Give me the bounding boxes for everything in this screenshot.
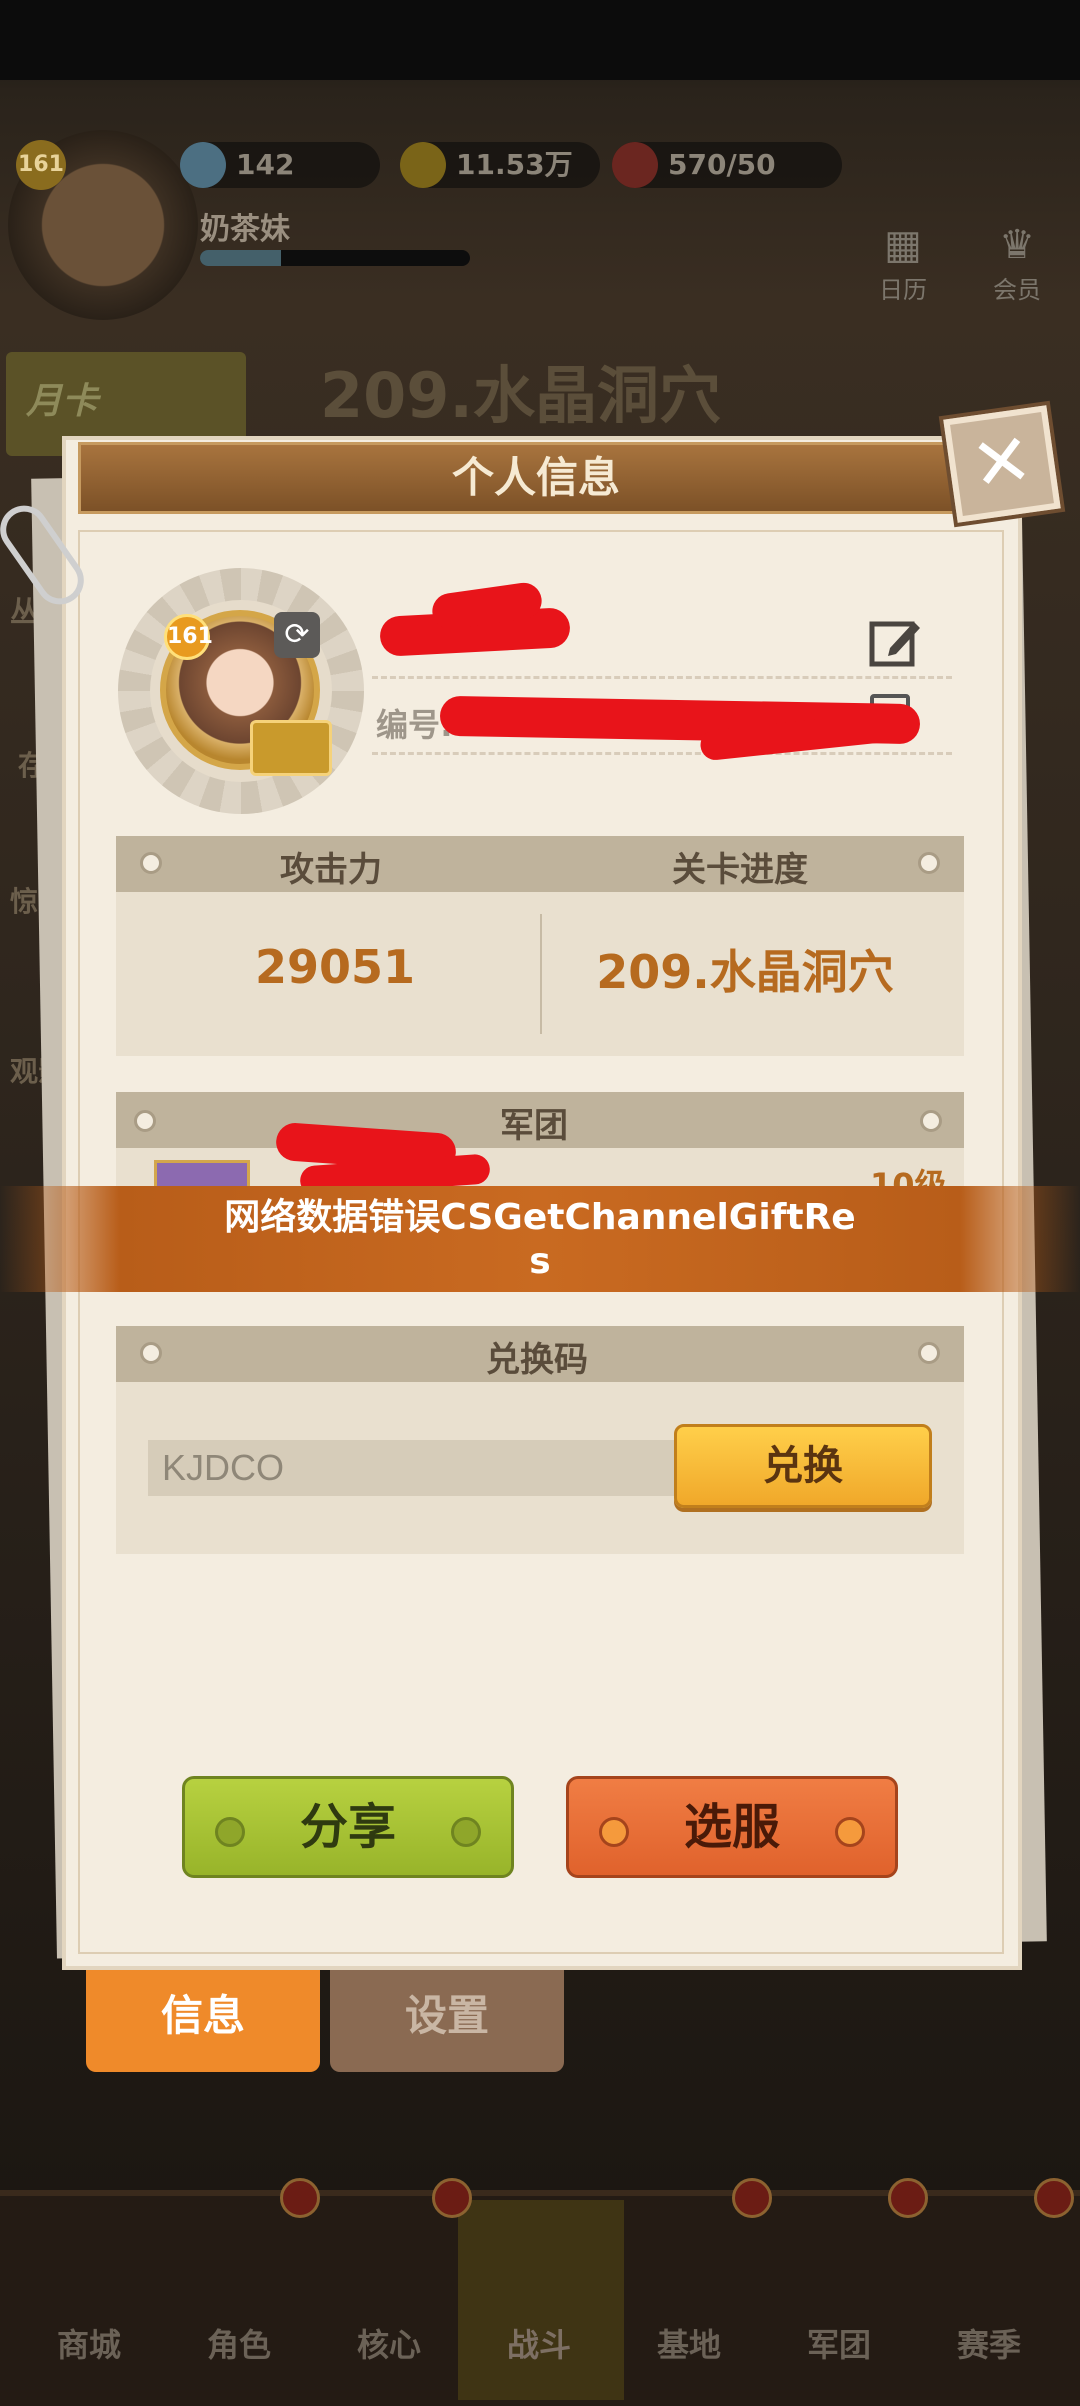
pin-icon <box>918 852 940 874</box>
tab-info[interactable]: 信息 <box>86 1968 320 2072</box>
pin-icon <box>215 1817 245 1847</box>
progress-value: 209.水晶洞穴 <box>596 945 894 999</box>
pin-icon <box>599 1817 629 1847</box>
player-name: 奶茶妹 <box>200 212 290 247</box>
gold-count: 11.53万 <box>456 148 573 181</box>
meat-stamina-icon <box>612 142 658 188</box>
xp-bar-fill <box>200 250 281 266</box>
pin-icon <box>140 852 162 874</box>
gold-coin-icon <box>400 142 446 188</box>
player-level-badge: 161 <box>16 140 66 190</box>
server-select-label: 选服 <box>683 1799 780 1855</box>
tab-settings[interactable]: 设置 <box>330 1968 564 2072</box>
rank-badge-icon <box>250 720 332 776</box>
pin-icon <box>835 1817 865 1847</box>
toast-line-1: 网络数据错误CSGetChannelGiftRe <box>224 1197 856 1238</box>
legion-label: 军团 <box>500 1106 568 1146</box>
notification-dot <box>888 2178 928 2218</box>
redeem-code-input[interactable] <box>148 1440 688 1496</box>
edit-name-icon[interactable] <box>868 614 924 670</box>
progress-label: 关卡进度 <box>672 850 808 890</box>
server-select-button[interactable]: 选服 <box>566 1776 898 1878</box>
xp-bar <box>200 250 470 266</box>
notification-dot <box>280 2178 320 2218</box>
toast-line-2: s <box>529 1241 551 1282</box>
calendar-label: 日历 <box>879 276 927 304</box>
stats-divider <box>540 914 542 1034</box>
diamond-icon <box>180 142 226 188</box>
pin-icon <box>134 1110 156 1132</box>
stamina-resource[interactable]: 570/50 <box>612 142 842 188</box>
error-toast: 网络数据错误CSGetChannelGiftRe s <box>0 1186 1080 1292</box>
tab-legion[interactable]: 军团 <box>784 2320 894 2366</box>
tab-base[interactable]: 基地 <box>634 2320 744 2366</box>
stamina-count: 570/50 <box>668 148 776 181</box>
pin-icon <box>918 1342 940 1364</box>
attack-value: 29051 <box>254 940 416 994</box>
vip-button[interactable]: ♛ 会员 <box>982 220 1052 305</box>
battle-tab-highlight <box>458 2200 624 2400</box>
tab-core[interactable]: 核心 <box>334 2320 444 2366</box>
panel-title: 个人信息 <box>78 442 994 514</box>
gold-resource[interactable]: 11.53万 <box>400 142 600 188</box>
share-button[interactable]: 分享 <box>182 1776 514 1878</box>
diamond-resource[interactable]: 142 <box>180 142 380 188</box>
redeem-label: 兑换码 <box>486 1340 588 1380</box>
notification-dot <box>732 2178 772 2218</box>
pin-icon <box>451 1817 481 1847</box>
attack-label: 攻击力 <box>280 850 382 890</box>
tab-shop[interactable]: 商城 <box>34 2320 144 2366</box>
calendar-icon: ▦ <box>884 222 922 268</box>
diamond-count: 142 <box>236 148 295 181</box>
close-icon: ✕ <box>965 416 1038 508</box>
tab-battle[interactable]: 战斗 <box>484 2320 594 2366</box>
swap-avatar-icon[interactable]: ⟳ <box>274 612 320 658</box>
crown-icon: ♛ <box>999 222 1035 268</box>
notification-dot <box>432 2178 472 2218</box>
status-bar <box>0 0 1080 80</box>
stage-title-background: 209.水晶洞穴 <box>320 359 721 432</box>
stats-header <box>116 836 964 892</box>
redeem-button[interactable]: 兑换 <box>674 1424 932 1508</box>
pin-icon <box>140 1342 162 1364</box>
avatar-level-badge: 161 <box>164 614 213 660</box>
share-label: 分享 <box>299 1799 396 1855</box>
vip-label: 会员 <box>993 276 1041 304</box>
pin-icon <box>920 1110 942 1132</box>
calendar-button[interactable]: ▦ 日历 <box>868 220 938 305</box>
close-button[interactable]: ✕ <box>943 405 1061 523</box>
notification-dot <box>1034 2178 1074 2218</box>
tab-character[interactable]: 角色 <box>184 2320 294 2366</box>
tab-season[interactable]: 赛季 <box>934 2320 1044 2366</box>
